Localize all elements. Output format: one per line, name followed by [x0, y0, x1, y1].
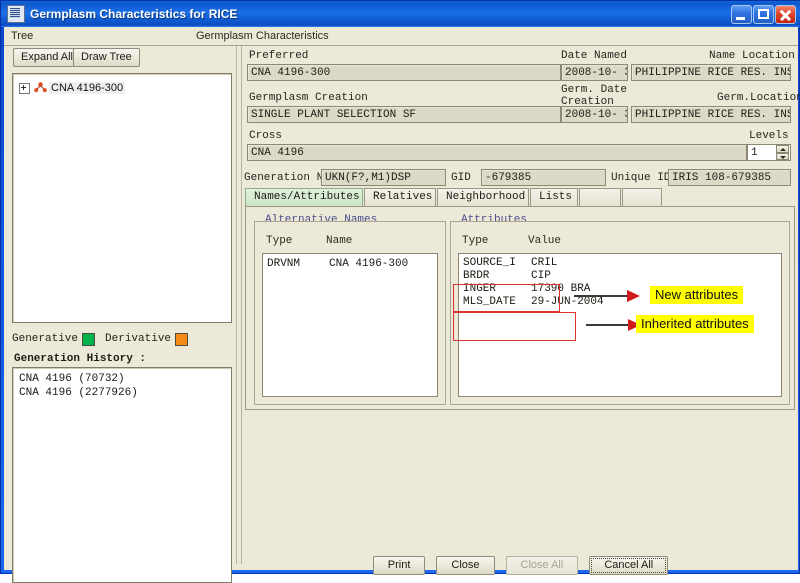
altnames-col-name: Name — [326, 235, 353, 247]
germplasm-node-icon — [34, 82, 47, 94]
client-area: Tree Germplasm Characteristics Expand Al… — [4, 27, 800, 583]
list-item[interactable]: CNA 4196 (70732) — [19, 372, 225, 386]
close-button[interactable]: Close — [436, 555, 495, 575]
list-item[interactable]: CNA 4196 (2277926) — [19, 386, 225, 400]
unique-id-field[interactable]: IRIS 108-679385 — [668, 169, 791, 186]
button-bar: Print Close Close All Cancel All — [243, 552, 798, 578]
attribute-type: MLS_DATE — [463, 296, 516, 308]
cancel-all-button[interactable]: Cancel All — [589, 555, 669, 575]
germ-date-creation-field[interactable]: 2008-10- 3 — [561, 106, 628, 123]
annotation-label-inherited-attributes: Inherited attributes — [636, 315, 754, 333]
tree-toolbar: Expand All Draw Tree — [7, 46, 235, 71]
close-icon[interactable] — [775, 4, 796, 24]
attribute-type: BRDR — [463, 270, 490, 282]
levels-spinner[interactable]: 1 — [747, 144, 791, 161]
application-window: Germplasm Characteristics for RICE Tree … — [0, 0, 800, 583]
altname-type: DRVNM — [267, 258, 301, 270]
name-location-label: Name Location — [709, 50, 795, 62]
tab-relatives[interactable]: Relatives — [364, 188, 436, 206]
legend-derivative-label: Derivative — [105, 333, 172, 345]
generation-history-title: Generation History : — [14, 353, 147, 365]
alternative-names-group: Alternative Names Type Name DRVNM CNA 41… — [254, 214, 446, 405]
tab-names-attributes[interactable]: Names/Attributes — [245, 188, 363, 206]
pedigree-tree-view[interactable]: CNA 4196-300 — [12, 73, 232, 323]
preferred-label: Preferred — [249, 50, 309, 62]
attributes-group: Attributes Type Value SOURCE_I CRIL BRDR — [450, 214, 790, 405]
tree-panel: Expand All Draw Tree CNA 4196-300 Genera… — [7, 46, 235, 583]
dialog-footer: Print Close Close All Cancel All — [243, 412, 798, 575]
derivative-color-swatch — [175, 332, 189, 346]
maximize-button[interactable] — [753, 4, 774, 24]
draw-tree-button[interactable]: Draw Tree — [73, 48, 140, 67]
title-bar: Germplasm Characteristics for RICE — [1, 1, 800, 27]
minimize-button[interactable] — [731, 4, 752, 24]
tree-panel-caption: Tree — [11, 30, 34, 42]
expand-all-button[interactable]: Expand All — [13, 48, 81, 67]
name-location-field[interactable]: PHILIPPINE RICE RES. INST — [631, 64, 791, 81]
attribute-value: 29-JUN-2004 — [531, 296, 604, 308]
unique-id-label: Unique ID — [611, 172, 671, 184]
germ-location-label: Germ.Location — [717, 92, 800, 104]
preferred-field[interactable]: CNA 4196-300 — [247, 64, 561, 81]
germplasm-creation-field[interactable]: SINGLE PLANT SELECTION SF — [247, 106, 561, 123]
germplasm-details-panel: Preferred CNA 4196-300 Date Named 2008-1… — [243, 46, 800, 575]
gid-field[interactable]: -679385 — [481, 169, 606, 186]
print-button[interactable]: Print — [372, 555, 426, 575]
altname-name: CNA 4196-300 — [329, 258, 409, 270]
germ-date-creation-label-line1: Germ. Date — [561, 84, 628, 96]
tab-filler-1 — [579, 188, 621, 206]
attributes-col-value: Value — [528, 235, 562, 247]
tab-filler-2 — [622, 188, 662, 206]
tab-lists[interactable]: Lists — [530, 188, 578, 206]
attribute-value: CIP — [531, 270, 551, 282]
alternative-names-list[interactable]: DRVNM CNA 4196-300 — [262, 253, 438, 397]
tab-panel-names-attributes: Alternative Names Type Name DRVNM CNA 41… — [245, 206, 795, 410]
attribute-type: SOURCE_I — [463, 257, 516, 269]
attributes-col-type: Type — [462, 235, 489, 247]
details-panel-caption: Germplasm Characteristics — [196, 30, 329, 42]
legend-generative-label: Generative — [12, 333, 79, 345]
table-row[interactable]: BRDR CIP — [463, 270, 779, 283]
levels-label: Levels — [749, 130, 789, 142]
expand-plus-icon[interactable] — [19, 82, 30, 94]
attribute-value: 17390 BRA — [531, 283, 591, 295]
attribute-value: CRIL — [531, 257, 558, 269]
levels-value: 1 — [751, 147, 758, 159]
generation-no-field[interactable]: UKN(F?,M1)DSP — [321, 169, 446, 186]
window-title: Germplasm Characteristics for RICE — [30, 7, 238, 21]
levels-spinner-arrows[interactable] — [776, 145, 789, 160]
generation-history-list[interactable]: CNA 4196 (70732) CNA 4196 (2277926) — [12, 367, 232, 583]
date-named-label: Date Named — [561, 50, 628, 62]
cross-label: Cross — [249, 130, 283, 142]
tree-node-label: CNA 4196-300 — [49, 82, 126, 94]
date-named-field[interactable]: 2008-10- 3 — [561, 64, 628, 81]
gid-label: GID — [451, 172, 471, 184]
attribute-type: INGER — [463, 283, 497, 295]
table-row[interactable]: SOURCE_I CRIL — [463, 257, 779, 270]
generative-color-swatch — [82, 332, 96, 346]
germplasm-creation-label: Germplasm Creation — [249, 92, 368, 104]
spinner-up-icon[interactable] — [776, 145, 789, 153]
close-all-button: Close All — [505, 555, 579, 575]
germ-location-field[interactable]: PHILIPPINE RICE RES. INST — [631, 106, 791, 123]
tab-strip: Names/Attributes Relatives Neighborhood … — [245, 188, 795, 206]
node-type-legend: Generative Derivative — [12, 331, 232, 347]
cross-field[interactable]: CNA 4196 — [247, 144, 747, 161]
annotation-label-new-attributes: New attributes — [650, 286, 744, 304]
altnames-col-type: Type — [266, 235, 293, 247]
panel-splitter[interactable] — [236, 46, 242, 564]
spinner-down-icon[interactable] — [776, 152, 789, 160]
tab-neighborhood[interactable]: Neighborhood — [437, 188, 529, 206]
panel-header-row: Tree Germplasm Characteristics — [4, 27, 798, 46]
tree-node-root[interactable]: CNA 4196-300 — [19, 82, 126, 94]
application-icon — [7, 5, 25, 23]
